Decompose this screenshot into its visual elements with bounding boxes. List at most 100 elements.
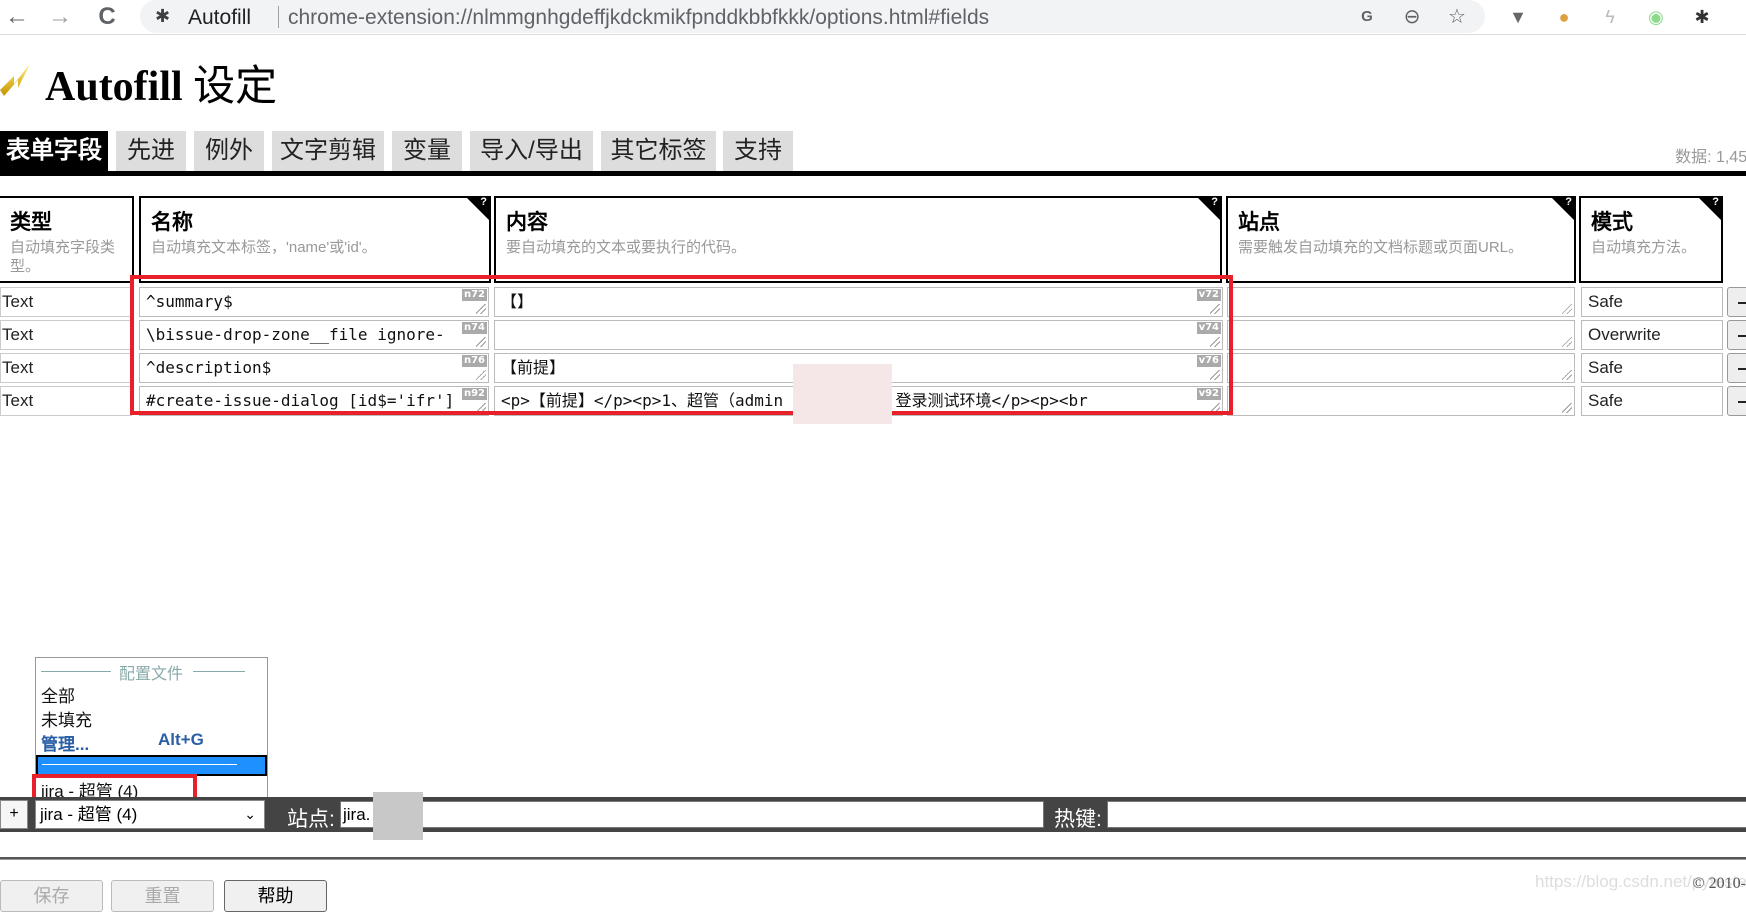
profile-separator-highlighted[interactable] <box>36 755 267 776</box>
tab-exceptions[interactable]: 例外 <box>194 131 264 171</box>
field-mode-select[interactable]: Safe <box>1581 287 1723 317</box>
remove-row-button[interactable] <box>1727 386 1746 416</box>
redacted-region <box>793 364 892 424</box>
save-button[interactable]: 保存 <box>0 880 103 912</box>
tab-support[interactable]: 支持 <box>723 131 793 171</box>
remove-row-button[interactable] <box>1727 353 1746 383</box>
manage-shortcut: Alt+G <box>158 730 204 749</box>
field-site-input[interactable] <box>1227 287 1575 317</box>
minus-icon <box>1738 335 1746 337</box>
profile-option-unfilled[interactable]: 未填充 <box>41 706 92 731</box>
field-site-input[interactable] <box>1227 386 1575 416</box>
omnibox-divider <box>278 6 279 28</box>
tab-form-fields[interactable]: 表单字段 <box>0 131 108 171</box>
field-mode-select[interactable]: Safe <box>1581 353 1723 383</box>
minus-icon <box>1738 368 1746 370</box>
column-header-content: 内容 要自动填充的文本或要执行的代码。 ? <box>494 196 1222 283</box>
tab-text-clips[interactable]: 文字剪辑 <box>272 131 384 171</box>
profile-option-manage[interactable]: 管理... Alt+G <box>41 730 204 755</box>
resize-handle[interactable] <box>1210 337 1220 347</box>
resize-handle[interactable] <box>1210 370 1220 380</box>
column-header-type: 类型 自动填充字段类型。 <box>0 196 134 283</box>
help-button[interactable]: ? <box>480 196 487 208</box>
puzzle-extensions-icon[interactable]: ✱ <box>1689 4 1715 30</box>
value-id-badge: v76 <box>1196 355 1221 367</box>
help-button[interactable]: ? <box>1211 196 1218 208</box>
site-title: Autofill <box>188 6 252 29</box>
field-site-input[interactable] <box>1227 320 1575 350</box>
site-label: 站点: <box>287 808 335 831</box>
autofill-ext-icon[interactable]: ϟ <box>1597 4 1623 30</box>
resize-handle[interactable] <box>1562 403 1572 413</box>
remove-row-button[interactable] <box>1727 287 1746 317</box>
value-id-badge: v92 <box>1196 388 1221 400</box>
column-header-site: 站点 需要触发自动填充的文档标题或页面URL。 ? <box>1226 196 1576 283</box>
site-input[interactable]: jira. .com <box>340 801 1044 828</box>
field-name-input[interactable]: \bissue-drop-zone__file ignore-n74 <box>139 320 489 350</box>
hotkey-input[interactable] <box>1107 801 1746 828</box>
minus-icon <box>1738 401 1746 403</box>
field-name-input[interactable]: ^summary$ n72 <box>139 287 489 317</box>
bookmark-star-icon[interactable]: ☆ <box>1444 4 1470 30</box>
tab-advanced[interactable]: 先进 <box>116 131 186 171</box>
field-content-input[interactable]: v74 <box>494 320 1223 350</box>
help-button[interactable]: ? <box>1565 196 1572 208</box>
value-id-badge: v72 <box>1196 289 1221 301</box>
remove-row-button[interactable] <box>1727 320 1746 350</box>
back-button[interactable]: ← <box>2 2 32 32</box>
minus-icon <box>1738 302 1746 304</box>
field-name-input[interactable]: #create-issue-dialog [id$='ifr'] n92 <box>139 386 489 416</box>
field-mode-select[interactable]: Overwrite <box>1581 320 1723 350</box>
green-dot-ext-icon[interactable]: ◉ <box>1643 4 1669 30</box>
field-name-input[interactable]: ^description$ n76 <box>139 353 489 383</box>
tab-divider <box>0 171 1746 176</box>
translate-icon[interactable]: G <box>1354 4 1380 30</box>
field-type-cell: Text <box>0 287 132 317</box>
tab-other-tags[interactable]: 其它标签 <box>601 131 716 171</box>
footer-divider <box>0 857 1746 860</box>
add-field-button[interactable]: + <box>0 800 28 829</box>
name-id-badge: n74 <box>461 322 487 334</box>
resize-handle[interactable] <box>1210 304 1220 314</box>
resize-handle[interactable] <box>476 370 486 380</box>
profile-select[interactable]: jira - 超管 (4) ⌄ <box>35 800 265 829</box>
name-id-badge: n72 <box>461 289 487 301</box>
reload-button[interactable]: C <box>92 2 122 32</box>
tab-variables[interactable]: 变量 <box>392 131 462 171</box>
field-mode-select[interactable]: Safe <box>1581 386 1723 416</box>
resize-handle[interactable] <box>476 337 486 347</box>
value-id-badge: v74 <box>1196 322 1221 334</box>
column-header-name: 名称 自动填充文本标签，'name'或'id'。 ? <box>139 196 491 283</box>
resize-handle[interactable] <box>476 304 486 314</box>
copyright: © 2010- <box>1692 875 1746 892</box>
zoom-out-icon[interactable]: ⊖ <box>1399 4 1425 30</box>
profile-dropdown-menu: 配置文件 全部 未填充 管理... Alt+G jira - 超管 (4) <box>35 657 268 802</box>
resize-handle[interactable] <box>476 403 486 413</box>
url-text[interactable]: chrome-extension://nlmmgnhgdeffjkdckmikf… <box>288 6 989 30</box>
address-bar[interactable]: ✱ Autofill chrome-extension://nlmmgnhgde… <box>140 0 1485 33</box>
field-type-cell: Text <box>0 353 132 383</box>
column-header-mode: 模式 自动填充方法。 ? <box>1579 196 1723 283</box>
chevron-down-icon: ⌄ <box>244 806 256 822</box>
tab-import-export[interactable]: 导入/导出 <box>470 131 593 171</box>
forward-button[interactable]: → <box>45 2 75 32</box>
resize-handle[interactable] <box>1562 370 1572 380</box>
profile-option-all[interactable]: 全部 <box>41 682 75 707</box>
field-site-input[interactable] <box>1227 353 1575 383</box>
name-id-badge: n92 <box>461 388 487 400</box>
reset-button[interactable]: 重置 <box>111 880 214 912</box>
help-button[interactable]: ? <box>1712 196 1719 208</box>
hotkey-label: 热键: <box>1054 808 1102 831</box>
profile-group-header: 配置文件 <box>41 660 261 683</box>
field-content-input[interactable]: 【】 v72 <box>494 287 1223 317</box>
help-button[interactable]: 帮助 <box>224 880 327 912</box>
cookie-ext-icon[interactable]: ● <box>1551 4 1577 30</box>
bookmark-ext-icon[interactable]: ▼ <box>1505 4 1531 30</box>
resize-handle[interactable] <box>1562 304 1572 314</box>
redacted-region <box>373 792 423 840</box>
autofill-logo-icon <box>0 64 30 96</box>
resize-handle[interactable] <box>1562 337 1572 347</box>
data-usage-stat: 数据: 1,459 <box>1675 149 1746 166</box>
resize-handle[interactable] <box>1210 403 1220 413</box>
browser-toolbar: ← → C ✱ Autofill chrome-extension://nlmm… <box>0 0 1746 35</box>
